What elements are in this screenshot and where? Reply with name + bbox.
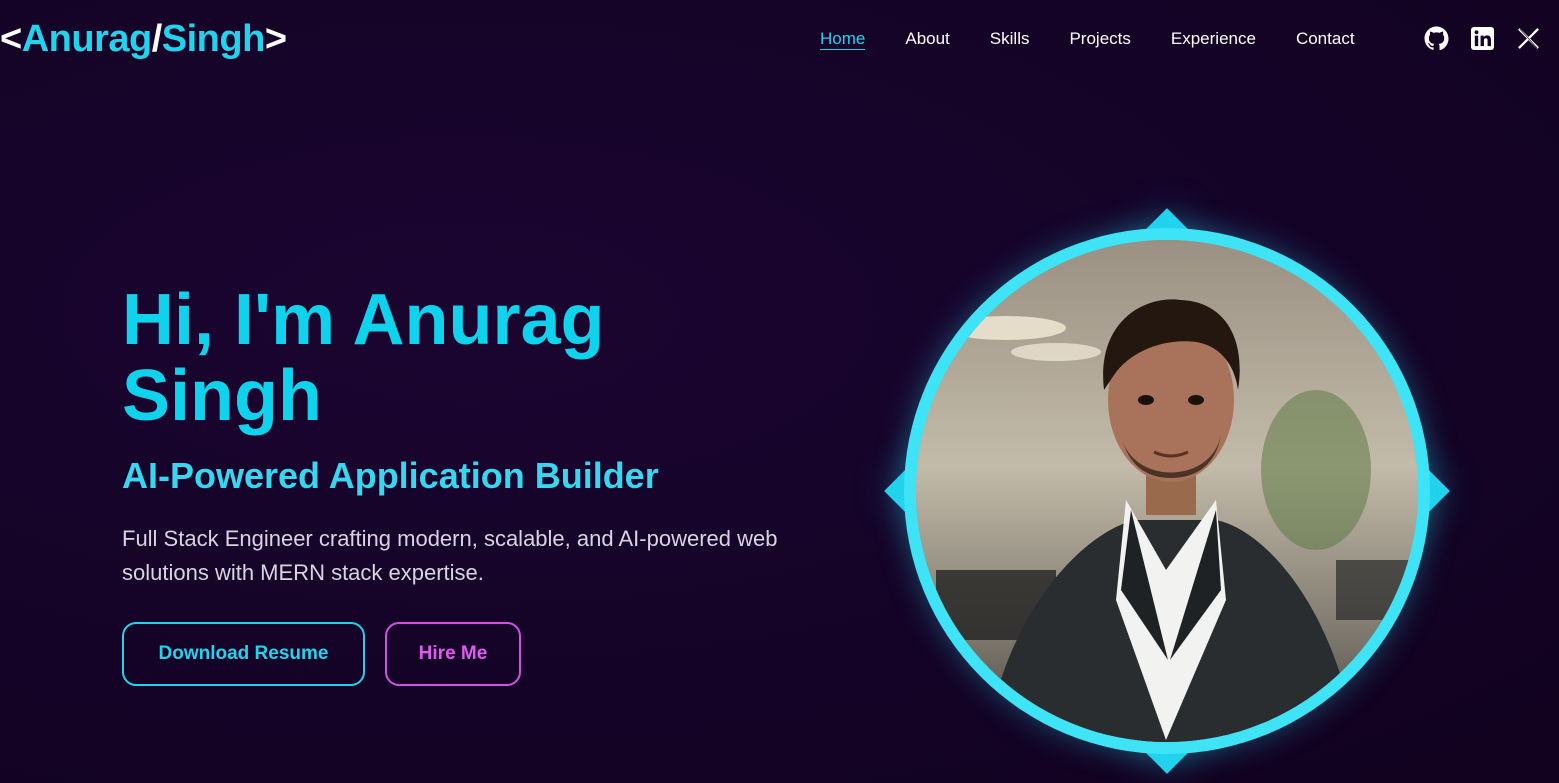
nav-home[interactable]: Home: [820, 29, 866, 50]
logo-last-name: Singh: [161, 18, 266, 60]
hero-content: Hi, I'm Anurag Singh AI-Powered Applicat…: [122, 282, 842, 686]
x-icon[interactable]: [1516, 26, 1541, 51]
download-resume-button[interactable]: Download Resume: [122, 622, 365, 686]
hero-description: Full Stack Engineer crafting modern, sca…: [122, 526, 778, 585]
nav-experience[interactable]: Experience: [1171, 29, 1256, 50]
nav-skills[interactable]: Skills: [990, 29, 1030, 50]
logo-first-name: Anurag: [21, 18, 153, 60]
nav-links: Home About Skills Projects Experience Co…: [820, 29, 1395, 50]
social-links: [1424, 26, 1541, 51]
linkedin-icon[interactable]: [1470, 26, 1495, 51]
logo-open-bracket: <: [0, 18, 22, 60]
logo-slash: /: [151, 18, 163, 60]
nav-about[interactable]: About: [905, 29, 949, 50]
hero-title: Hi, I'm Anurag Singh: [122, 280, 605, 436]
hire-me-button[interactable]: Hire Me: [385, 622, 521, 686]
hero-subtitle: AI-Powered Application Builder: [122, 455, 659, 496]
hero-buttons: Download Resume Hire Me: [122, 622, 842, 686]
profile-photo-frame: [884, 208, 1450, 774]
nav-contact[interactable]: Contact: [1296, 29, 1355, 50]
logo[interactable]: <Anurag/Singh>: [0, 18, 287, 61]
navbar: <Anurag/Singh> Home About Skills Project…: [0, 0, 1559, 80]
nav-projects[interactable]: Projects: [1069, 29, 1130, 50]
profile-photo: [916, 240, 1418, 742]
logo-close-bracket: >: [264, 18, 287, 60]
github-icon[interactable]: [1424, 26, 1449, 51]
